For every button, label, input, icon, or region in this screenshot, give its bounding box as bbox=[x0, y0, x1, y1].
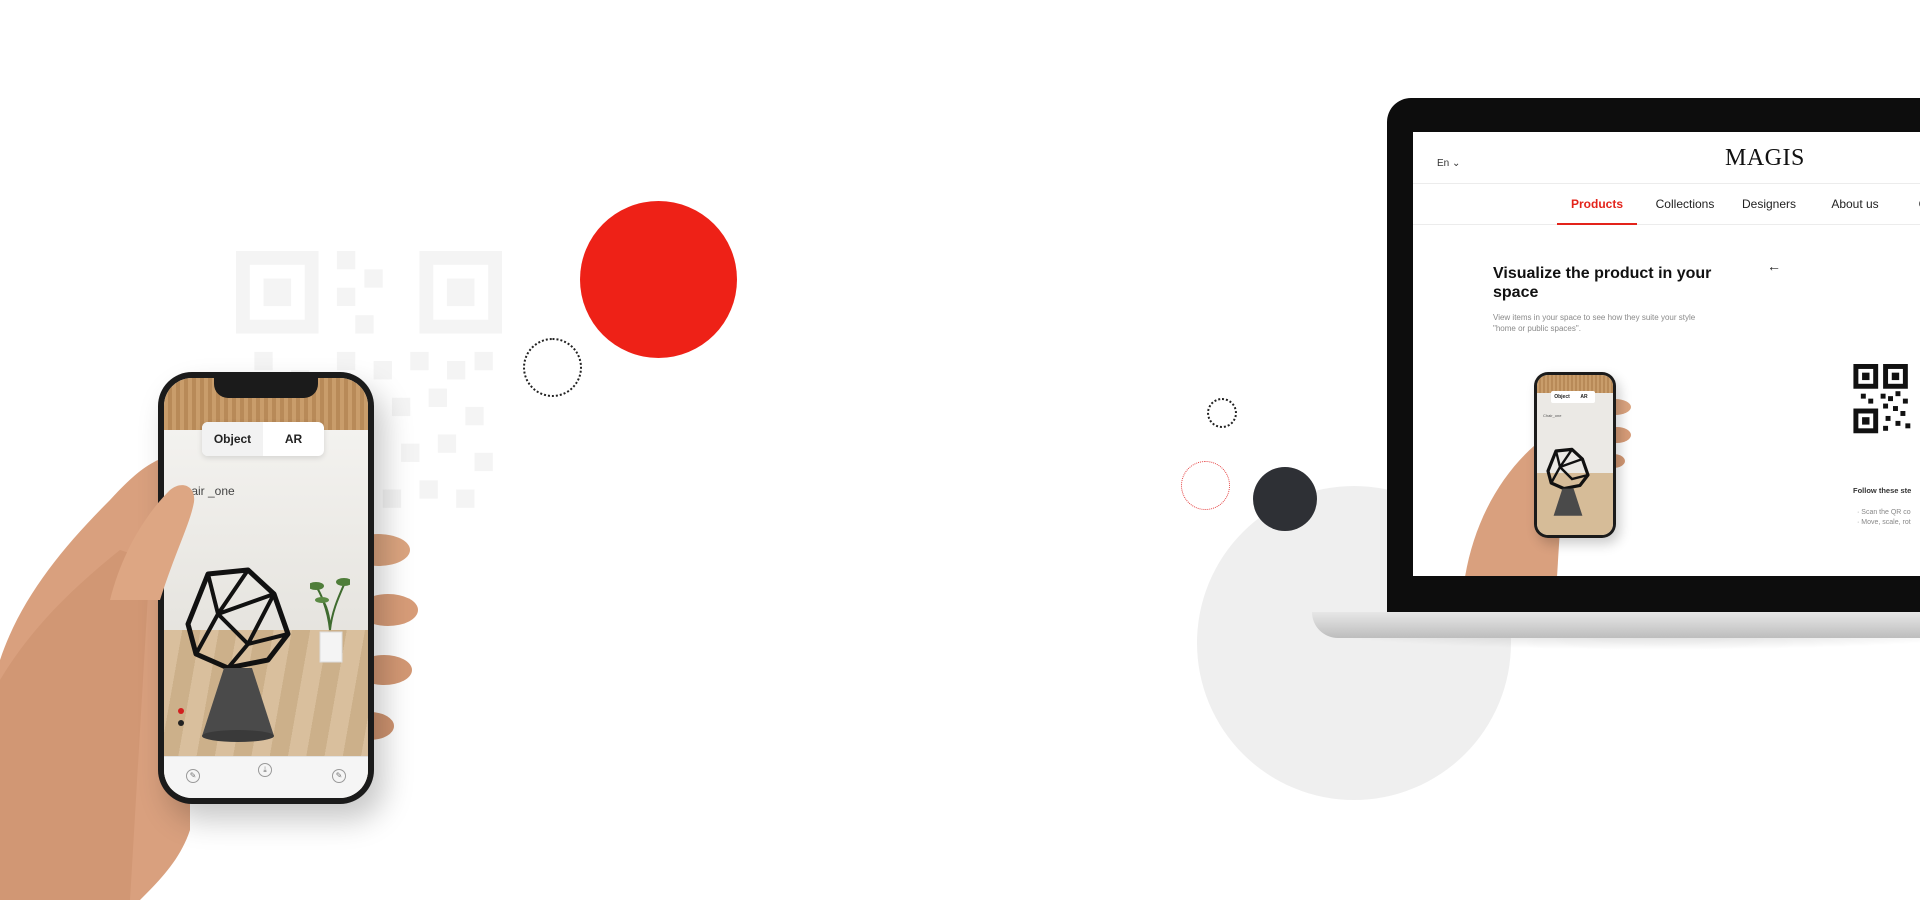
mini-object-tab: Object bbox=[1554, 394, 1570, 400]
nav-item-collections[interactable]: Collections bbox=[1645, 184, 1725, 225]
decorative-dotted-ring-small bbox=[1207, 398, 1237, 428]
decorative-dotted-ring-red bbox=[1181, 461, 1230, 510]
step-item: · Move, scale, rot bbox=[1857, 519, 1911, 526]
laptop-screen: En ⌄ MAGIS Products Collections Designer… bbox=[1413, 132, 1920, 576]
qr-code-icon[interactable] bbox=[1853, 364, 1920, 458]
main-navigation: Products Collections Designers About us … bbox=[1413, 184, 1920, 225]
decorative-dark-circle bbox=[1253, 467, 1317, 531]
laptop-mockup: En ⌄ MAGIS Products Collections Designer… bbox=[1387, 98, 1920, 614]
mini-ar-tab: AR bbox=[1580, 394, 1588, 400]
color-swatches bbox=[178, 708, 186, 732]
decorative-dotted-ring bbox=[523, 338, 582, 397]
arrow-left-icon[interactable]: ← bbox=[1767, 258, 1781, 274]
nav-item-designers[interactable]: Designers bbox=[1729, 184, 1809, 225]
site-header: En ⌄ MAGIS bbox=[1413, 132, 1920, 184]
color-swatch[interactable] bbox=[178, 708, 184, 714]
thumb-illustration bbox=[110, 485, 195, 600]
plant-decoration bbox=[310, 578, 350, 663]
chevron-down-icon: ⌄ bbox=[1449, 158, 1461, 169]
download-icon[interactable]: ⤓ bbox=[258, 763, 272, 777]
ar-tab[interactable]: AR bbox=[263, 422, 324, 456]
nav-item-partial[interactable]: C bbox=[1913, 184, 1920, 225]
follow-steps-heading: Follow these ste bbox=[1853, 486, 1912, 495]
step-item: · Scan the QR co bbox=[1857, 509, 1911, 516]
steps-list: · Scan the QR co · Move, scale, rot bbox=[1857, 508, 1911, 528]
language-selector[interactable]: En ⌄ bbox=[1437, 158, 1460, 169]
laptop-base bbox=[1312, 612, 1920, 638]
object-tab[interactable]: Object bbox=[202, 422, 263, 456]
edit-icon[interactable]: ✎ bbox=[186, 769, 200, 783]
nav-item-about-us[interactable]: About us bbox=[1813, 184, 1897, 225]
color-swatch[interactable] bbox=[178, 720, 184, 726]
phone-notch bbox=[214, 378, 318, 398]
page-title: Visualize the product in your space bbox=[1493, 265, 1712, 301]
share-icon[interactable]: ✎ bbox=[332, 769, 346, 783]
view-mode-toggle: Object AR bbox=[202, 422, 324, 456]
nav-item-products[interactable]: Products bbox=[1557, 184, 1637, 225]
language-label: En bbox=[1437, 158, 1450, 169]
mini-chair-image bbox=[1546, 447, 1590, 516]
brand-logo[interactable]: MAGIS bbox=[1725, 145, 1805, 172]
mini-phone-screen: Object AR Chair_one bbox=[1537, 375, 1613, 535]
page-description: View items in your space to see how they… bbox=[1493, 313, 1696, 333]
mini-product-name: Chair_one bbox=[1543, 413, 1562, 418]
mini-view-toggle: Object AR bbox=[1551, 391, 1595, 403]
phone-bottom-toolbar: ✎ ⤓ ✎ bbox=[164, 756, 368, 798]
decorative-red-circle bbox=[580, 201, 737, 358]
mini-phone-mockup: Object AR Chair_one bbox=[1534, 372, 1616, 538]
